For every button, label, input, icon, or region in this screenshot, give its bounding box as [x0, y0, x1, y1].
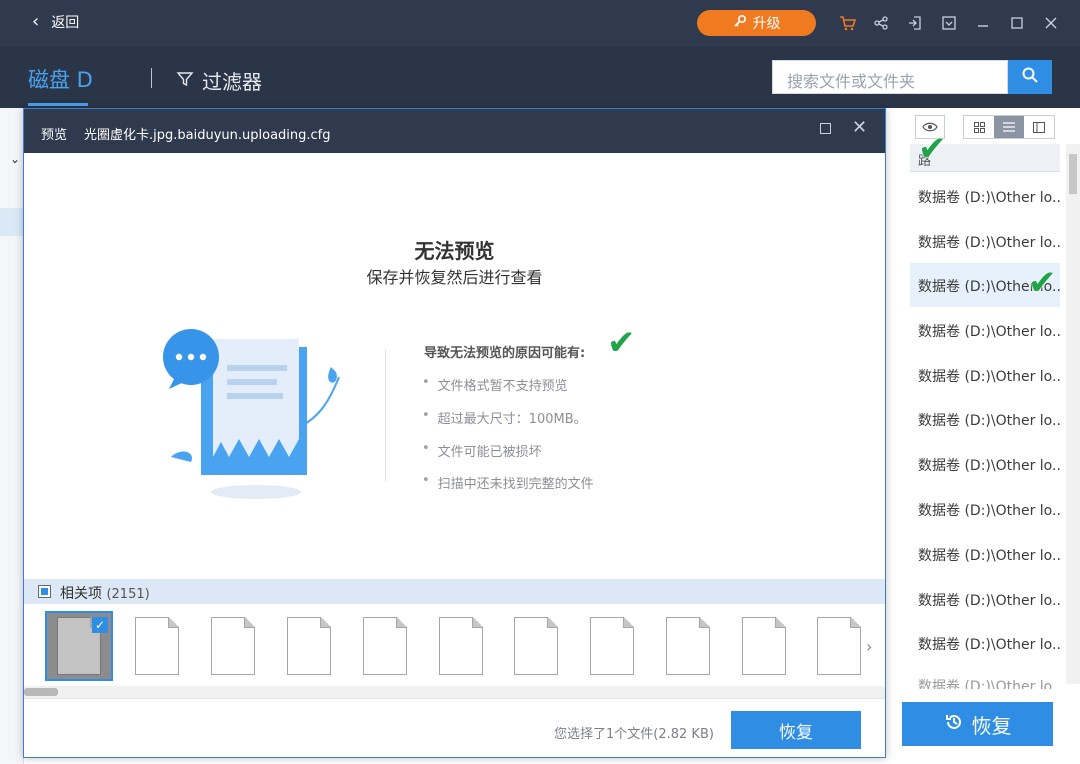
folder-tree: ⌄ [0, 108, 24, 764]
thumbnail-item[interactable] [275, 611, 343, 681]
list-item[interactable]: 数据卷 (D:)\Other lo... [910, 577, 1060, 621]
recover-button-main[interactable]: 恢复 [902, 702, 1053, 746]
no-preview-subheading: 保存并恢复然后进行查看 [366, 268, 543, 287]
list-item[interactable]: 数据卷 (D:)\Other lo... [910, 621, 1060, 665]
reason-item: • 超过最大尺寸：100MB。 [422, 408, 587, 427]
minimize-icon[interactable] [966, 10, 1000, 36]
related-items-bar: 相关项 (2151) [24, 579, 885, 604]
checkmark-icon: ✔ [918, 129, 947, 169]
upgrade-label: 升级 [752, 16, 781, 32]
login-icon[interactable] [898, 10, 932, 36]
thumbnail-item[interactable] [654, 611, 722, 681]
reasons-title: 导致无法预览的原因可能有: [424, 346, 586, 361]
search-input[interactable]: 搜索文件或文件夹 [772, 60, 1008, 94]
preview-file-name: 光圈虚化卡.jpg.baiduyun.uploading.cfg [84, 128, 331, 143]
history-icon [944, 712, 964, 737]
recover-main-label: 恢复 [971, 713, 1012, 738]
checkmark-icon: ✓ [92, 617, 108, 633]
menu-icon[interactable] [932, 10, 966, 36]
thumbnail-item[interactable]: ✓ [45, 611, 113, 681]
maximize-icon[interactable] [820, 123, 831, 134]
expand-icon[interactable]: ⌄ [10, 152, 20, 166]
reason-item: • 扫描中还未找到完整的文件 [422, 473, 594, 492]
dialog-title: 预览 [41, 128, 68, 143]
checkmark-icon: ✔ [607, 323, 636, 363]
detail-view-icon[interactable] [1024, 116, 1054, 138]
recover-button[interactable]: 恢复 [731, 711, 861, 749]
close-icon[interactable] [1034, 10, 1068, 36]
list-item[interactable]: 数据卷 (D:)\Other lo... [910, 442, 1060, 486]
search-icon [1021, 66, 1039, 88]
tab-underline [28, 103, 88, 106]
view-mode-group [963, 115, 1055, 139]
title-bar: ‹ 返回 升级 [0, 0, 1080, 46]
back-button[interactable]: ‹ 返回 [32, 12, 79, 32]
related-thumbnails: ✓ [24, 606, 885, 686]
list-item-partial: 数据卷 (D:)\Other lo... [918, 679, 1060, 689]
list-item[interactable]: 数据卷 (D:)\Other lo... [910, 397, 1060, 441]
cart-icon[interactable] [830, 10, 864, 36]
list-item[interactable]: 数据卷 (D:)\Other lo... [910, 532, 1060, 576]
preview-dialog: 预览 光圈虚化卡.jpg.baiduyun.uploading.cfg ✕ 无法… [23, 108, 886, 758]
related-count: (2151) [106, 587, 150, 602]
toolbar: 磁盘 D 过滤器 搜索文件或文件夹 [0, 46, 1080, 108]
vertical-scrollbar[interactable] [1066, 144, 1080, 684]
share-icon[interactable] [864, 10, 898, 36]
related-label: 相关项 [60, 586, 102, 602]
selection-info: 您选择了1个文件(2.82 KB) [554, 727, 714, 742]
list-item[interactable]: 数据卷 (D:)\Other lo... [910, 487, 1060, 531]
list-item[interactable]: 数据卷 (D:)\Other lo... [910, 353, 1060, 397]
list-view-icon[interactable] [994, 116, 1024, 138]
key-icon [733, 14, 747, 32]
close-icon[interactable]: ✕ [852, 117, 867, 138]
list-item[interactable]: 数据卷 (D:)\Other lo... [910, 174, 1060, 218]
dialog-footer: 您选择了1个文件(2.82 KB) 恢复 [24, 698, 885, 758]
upgrade-button[interactable]: 升级 [697, 10, 816, 36]
no-preview-heading: 无法预览 [414, 239, 495, 263]
checkmark-icon: ✔ [1028, 263, 1057, 303]
filter-label: 过滤器 [202, 70, 262, 94]
thumbnail-item[interactable] [351, 611, 419, 681]
back-label: 返回 [51, 15, 80, 31]
thumbnail-item[interactable] [730, 611, 798, 681]
filter-button[interactable]: 过滤器 [176, 66, 262, 95]
tab-drive[interactable]: 磁盘 D [28, 64, 93, 94]
reason-item: • 文件格式暂不支持预览 [422, 375, 568, 394]
list-item[interactable]: 数据卷 (D:)\Other lo... [910, 219, 1060, 263]
thumbnail-item[interactable] [199, 611, 267, 681]
dialog-title-bar: 预览 光圈虚化卡.jpg.baiduyun.uploading.cfg ✕ [24, 109, 885, 153]
broken-document-illustration [163, 329, 340, 499]
thumbnail-item[interactable] [427, 611, 495, 681]
divider [151, 68, 152, 88]
horizontal-scrollbar[interactable] [24, 686, 885, 698]
reason-item: • 文件可能已被损坏 [422, 441, 542, 460]
filter-icon [176, 69, 194, 93]
search-button[interactable] [1008, 60, 1052, 94]
thumbnail-item[interactable] [578, 611, 646, 681]
thumbnail-item[interactable] [123, 611, 191, 681]
maximize-icon[interactable] [1000, 10, 1034, 36]
chevron-right-icon[interactable]: › [866, 637, 872, 656]
list-item[interactable]: 数据卷 (D:)\Other lo... [910, 308, 1060, 352]
divider [385, 349, 386, 481]
grid-view-icon[interactable] [964, 116, 994, 138]
chevron-left-icon: ‹ [32, 11, 40, 32]
thumbnail-item[interactable] [502, 611, 570, 681]
thumbnail-item[interactable] [805, 611, 873, 681]
related-checkbox[interactable] [38, 585, 51, 598]
tree-item-selected[interactable] [0, 208, 24, 236]
